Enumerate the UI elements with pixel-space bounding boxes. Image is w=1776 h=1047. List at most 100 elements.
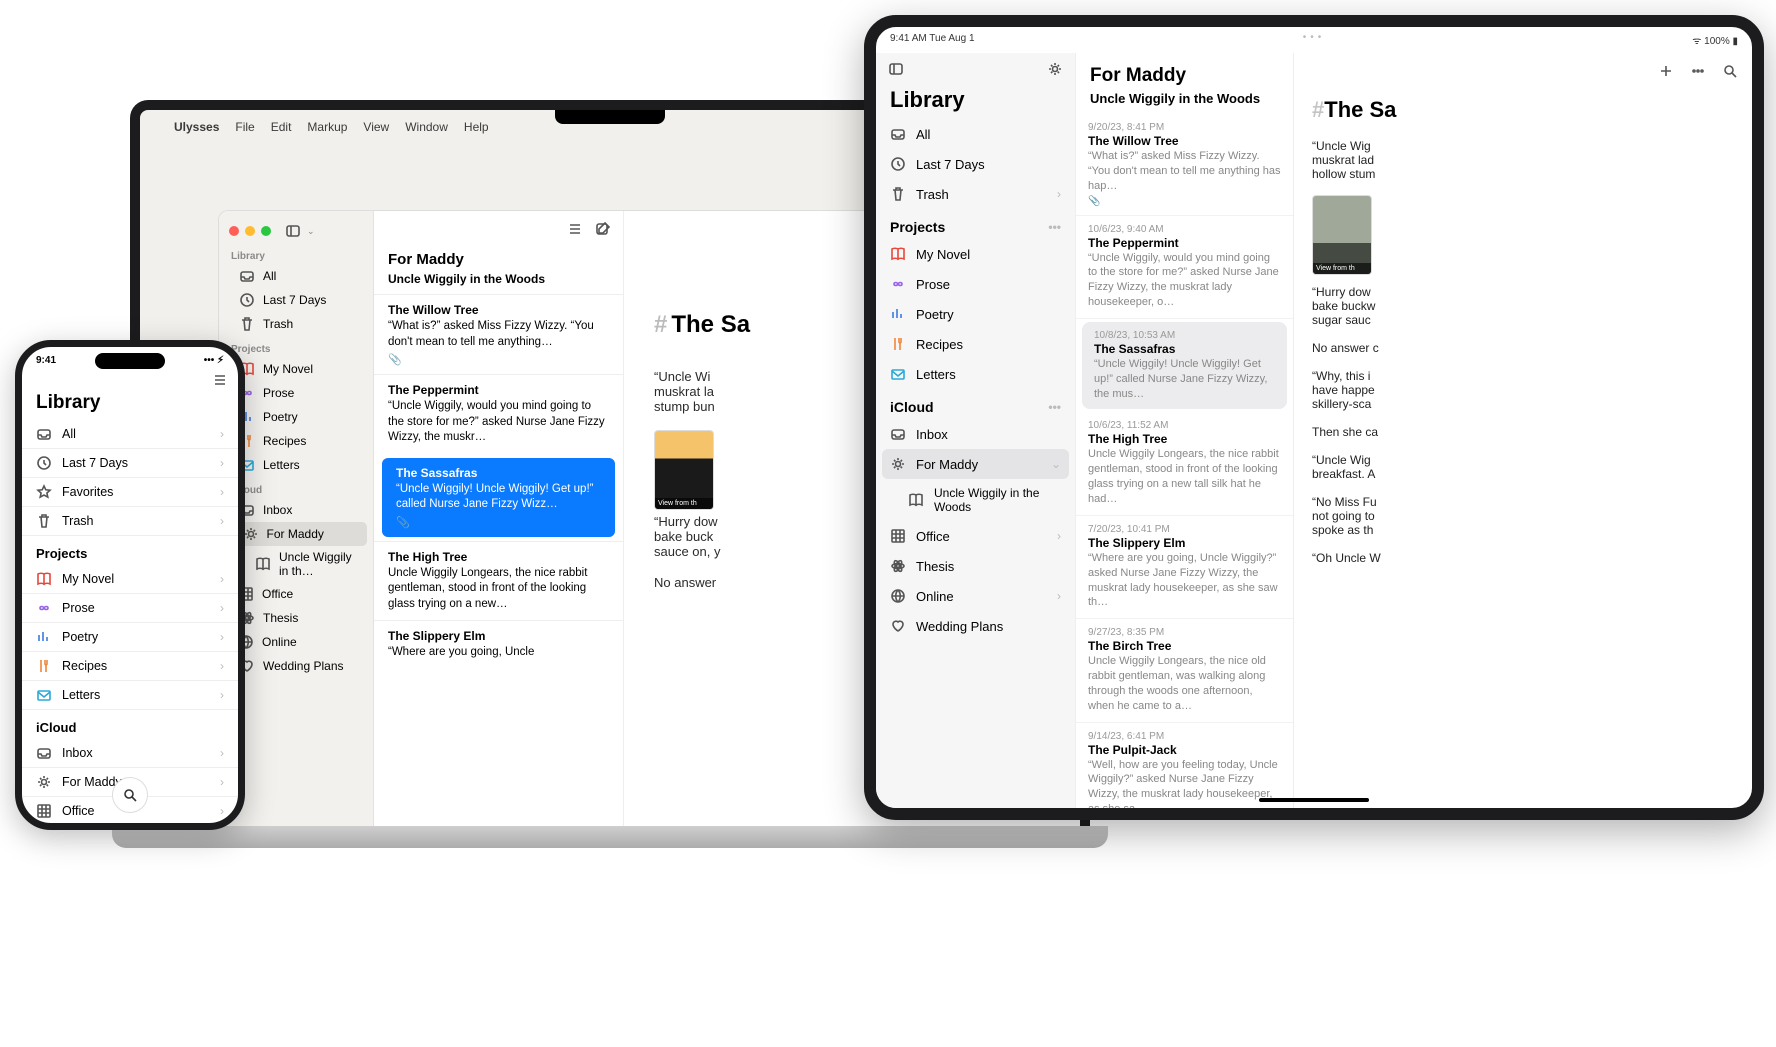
sheet-slippery-elm[interactable]: 7/20/23, 10:41 PMThe Slippery Elm“Where …	[1076, 516, 1293, 619]
menu-view[interactable]: View	[363, 120, 389, 134]
menu-app[interactable]: Ulysses	[174, 120, 219, 134]
zoom-button[interactable]	[261, 226, 271, 236]
row-online[interactable]: Online›	[876, 581, 1075, 611]
sheet-peppermint[interactable]: The Peppermint“Uncle Wiggily, would you …	[374, 374, 623, 454]
attachment-icon: 📎	[1088, 196, 1281, 207]
row-my-novel[interactable]: My Novel›	[22, 565, 238, 594]
library-title: Library	[876, 85, 1075, 119]
sheet-willow[interactable]: The Willow Tree“What is?” asked Miss Fiz…	[374, 294, 623, 374]
row-prose[interactable]: Prose	[876, 269, 1075, 299]
sidebar-toggle-icon[interactable]	[285, 223, 301, 239]
row-office[interactable]: Office›	[876, 521, 1075, 551]
projects-header: Projects	[22, 536, 238, 565]
iphone-status-icons: ••• ⚡︎	[204, 355, 224, 366]
projects-header: Projects	[219, 336, 373, 357]
row-trash[interactable]: Trash	[219, 312, 373, 336]
list-title: For Maddy	[1076, 53, 1293, 89]
row-all[interactable]: All	[219, 264, 373, 288]
iphone-device: 9:41 ••• ⚡︎ Library All› Last 7 Days› Fa…	[15, 340, 245, 830]
ipad-sheet-list: For Maddy Uncle Wiggily in the Woods 9/2…	[1076, 53, 1294, 812]
icloud-more-icon[interactable]: •••	[1048, 400, 1061, 414]
ipad-time: 9:41 AM Tue Aug 1	[890, 33, 975, 47]
row-all[interactable]: All	[876, 119, 1075, 149]
minimize-button[interactable]	[245, 226, 255, 236]
sheet-peppermint[interactable]: 10/6/23, 9:40 AMThe Peppermint“Uncle Wig…	[1076, 216, 1293, 319]
row-letters[interactable]: Letters›	[22, 681, 238, 710]
menu-markup[interactable]: Markup	[307, 120, 347, 134]
list-subtitle: Uncle Wiggily in the Woods	[1076, 89, 1293, 114]
macbook-base	[112, 826, 1108, 848]
ipad-battery: ᯤ 100% ▮	[1692, 33, 1738, 47]
more-icon[interactable]	[1690, 63, 1706, 79]
chevron-down-icon[interactable]: ⌄	[307, 226, 315, 237]
multitask-dots[interactable]: •••	[1303, 32, 1326, 43]
row-recipes[interactable]: Recipes›	[22, 652, 238, 681]
ipad-editor[interactable]: #The Sa “Uncle Wig muskrat lad hollow st…	[1294, 53, 1752, 812]
row-poetry[interactable]: Poetry	[876, 299, 1075, 329]
editor-para: “Uncle Wig muskrat lad hollow stum	[1312, 139, 1752, 181]
row-letters[interactable]: Letters	[876, 359, 1075, 389]
editor-para: “Uncle Wig breakfast. A	[1312, 453, 1752, 481]
sheet-birch[interactable]: 9/27/23, 8:35 PMThe Birch TreeUncle Wigg…	[1076, 619, 1293, 722]
row-inbox[interactable]: Inbox›	[22, 739, 238, 768]
iphone-time: 9:41	[36, 355, 56, 366]
projects-more-icon[interactable]: •••	[1048, 220, 1061, 234]
row-thesis[interactable]: Thesis	[876, 551, 1075, 581]
row-recipes[interactable]: Recipes	[876, 329, 1075, 359]
ipad-device: ••• 9:41 AM Tue Aug 1 ᯤ 100% ▮ Library A…	[864, 15, 1764, 820]
row-for-maddy[interactable]: ⌄For Maddy	[225, 522, 367, 546]
ipad-sidebar: Library All Last 7 Days Trash› Projects•…	[876, 53, 1076, 812]
sheet-high-tree[interactable]: The High TreeUncle Wiggily Longears, the…	[374, 541, 623, 621]
row-fav[interactable]: Favorites›	[22, 478, 238, 507]
projects-header: Projects•••	[876, 209, 1075, 239]
sheet-slippery-elm[interactable]: The Slippery Elm“Where are you going, Un…	[374, 620, 623, 669]
row-all[interactable]: All›	[22, 420, 238, 449]
library-title: Library	[22, 388, 238, 420]
row-wedding[interactable]: Wedding Plans	[876, 611, 1075, 641]
row-inbox[interactable]: Inbox	[876, 419, 1075, 449]
icloud-header: iCloud	[22, 710, 238, 739]
editor-image[interactable]	[654, 430, 714, 510]
sheet-sassafras[interactable]: 10/8/23, 10:53 AMThe Sassafras“Uncle Wig…	[1082, 322, 1287, 410]
row-last7[interactable]: Last 7 Days›	[22, 449, 238, 478]
iphone-notch	[95, 353, 165, 369]
new-sheet-icon[interactable]	[1658, 63, 1674, 79]
search-fab[interactable]	[112, 777, 148, 813]
row-poetry[interactable]: Poetry›	[22, 623, 238, 652]
sheet-sassafras[interactable]: The Sassafras“Uncle Wiggily! Uncle Wiggi…	[382, 458, 615, 537]
menu-window[interactable]: Window	[405, 120, 448, 134]
row-for-maddy[interactable]: For Maddy⌄	[882, 449, 1069, 479]
editor-para: “Why, this i have happe skillery-sca	[1312, 369, 1752, 411]
iphone-nav-icon[interactable]	[212, 372, 228, 388]
sheet-willow[interactable]: 9/20/23, 8:41 PMThe Willow Tree“What is?…	[1076, 114, 1293, 216]
editor-para: No answer c	[1312, 341, 1752, 355]
search-icon[interactable]	[1722, 63, 1738, 79]
row-last7[interactable]: Last 7 Days	[219, 288, 373, 312]
filter-icon[interactable]	[567, 221, 583, 237]
editor-image[interactable]	[1312, 195, 1372, 275]
home-indicator[interactable]	[1259, 798, 1369, 802]
row-last7[interactable]: Last 7 Days	[876, 149, 1075, 179]
icloud-header: iCloud•••	[876, 389, 1075, 419]
row-prose[interactable]: Prose›	[22, 594, 238, 623]
close-button[interactable]	[229, 226, 239, 236]
sheet-pulpit-jack[interactable]: 9/14/23, 6:41 PMThe Pulpit-Jack“Well, ho…	[1076, 723, 1293, 820]
settings-icon[interactable]	[1047, 61, 1063, 77]
menu-help[interactable]: Help	[464, 120, 489, 134]
editor-para: “Hurry dow bake buckw sugar sauc	[1312, 285, 1752, 327]
row-uncle[interactable]: Uncle Wiggily in the Woods	[876, 479, 1075, 521]
editor-para: “Oh Uncle W	[1312, 551, 1752, 565]
menu-file[interactable]: File	[235, 120, 254, 134]
row-my-novel[interactable]: My Novel	[876, 239, 1075, 269]
sheet-high-tree[interactable]: 10/6/23, 11:52 AMThe High TreeUncle Wigg…	[1076, 412, 1293, 515]
sidebar-toggle-icon[interactable]	[888, 61, 904, 77]
row-trash[interactable]: Trash›	[876, 179, 1075, 209]
list-title: For Maddy	[374, 247, 623, 270]
row-trash[interactable]: Trash›	[22, 507, 238, 536]
menu-edit[interactable]: Edit	[271, 120, 292, 134]
list-subtitle: Uncle Wiggily in the Woods	[374, 270, 623, 294]
mac-notch	[555, 110, 665, 124]
attachment-icon: 📎	[396, 516, 601, 529]
attachment-icon: 📎	[388, 353, 609, 366]
compose-icon[interactable]	[595, 221, 611, 237]
